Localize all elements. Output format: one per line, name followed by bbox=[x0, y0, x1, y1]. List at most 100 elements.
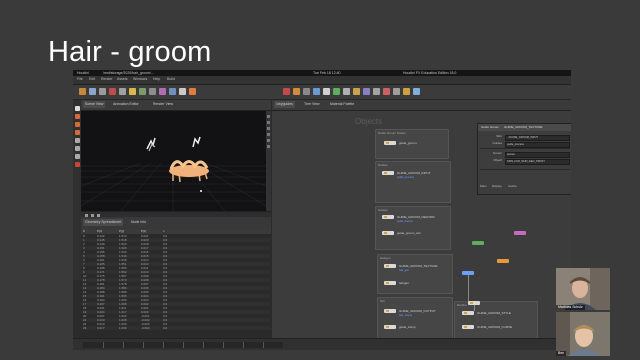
shelf-tool-icon[interactable] bbox=[343, 88, 350, 95]
node-body[interactable] bbox=[384, 281, 396, 285]
tab-animation-editor[interactable]: Animation Editor bbox=[111, 101, 141, 108]
houdini-menu-bar: File Edit Render Assets Windows Help Bui… bbox=[73, 76, 571, 85]
shelf-tool-icon[interactable] bbox=[333, 88, 340, 95]
shelf-tool-icon[interactable] bbox=[189, 88, 196, 95]
shelf-tool-icon[interactable] bbox=[169, 88, 176, 95]
display-option-icon[interactable] bbox=[267, 121, 270, 124]
handle-tool-icon[interactable] bbox=[74, 138, 80, 143]
display-option-icon[interactable] bbox=[267, 127, 270, 130]
shelf-tool-icon[interactable] bbox=[353, 88, 360, 95]
node-body[interactable] bbox=[514, 231, 526, 235]
participant-name: Ben bbox=[556, 351, 567, 356]
parameter-label: Skin bbox=[496, 134, 502, 138]
menu-help[interactable]: Help bbox=[153, 77, 160, 81]
timeline-bar bbox=[73, 338, 571, 350]
shelf-tool-icon[interactable] bbox=[139, 88, 146, 95]
viewport-display-options bbox=[266, 111, 271, 211]
node-sublabel: guide_process bbox=[397, 176, 414, 179]
parameter-field[interactable]: ../GUIDE_GROOM_INPUT bbox=[505, 134, 570, 141]
display-option-icon[interactable] bbox=[267, 133, 270, 136]
display-option-icon[interactable] bbox=[267, 115, 270, 118]
table-row[interactable]: 23 0.217 1.639 -0.004 0.0 bbox=[81, 326, 271, 330]
network-box[interactable]: Sim bbox=[377, 297, 453, 338]
view-tool-icon[interactable] bbox=[74, 154, 80, 159]
node-body[interactable] bbox=[462, 311, 474, 315]
shelf-tool-icon[interactable] bbox=[373, 88, 380, 95]
parameter-header: Guide Groom GUIDE_GROOM_TEXTURE bbox=[478, 124, 571, 131]
node-body[interactable] bbox=[382, 215, 394, 219]
shelf-tool-icon[interactable] bbox=[413, 88, 420, 95]
tab-main[interactable]: Main bbox=[480, 184, 487, 189]
node-body[interactable] bbox=[472, 241, 484, 245]
node-wire bbox=[474, 305, 475, 311]
network-box[interactable]: Guides bbox=[375, 206, 451, 250]
geometry-spreadsheet[interactable]: # P[x] P[y] P[z] v 0 0.142 1.513 0.021 0.0 1 0… bbox=[81, 229, 271, 337]
tab-display[interactable]: Display bbox=[492, 184, 502, 189]
shelf-tool-icon[interactable] bbox=[293, 88, 300, 95]
network-box-title: Guides bbox=[378, 163, 388, 167]
node-body[interactable] bbox=[497, 259, 509, 263]
tab-tree-view[interactable]: Tree View bbox=[302, 101, 322, 108]
move-tool-icon[interactable] bbox=[74, 114, 80, 119]
shelf-tool-icon[interactable] bbox=[149, 88, 156, 95]
shelf-tool-icon[interactable] bbox=[323, 88, 330, 95]
shelf-tool-icon[interactable] bbox=[313, 88, 320, 95]
network-box[interactable]: Hairgen bbox=[377, 254, 453, 294]
shelf-tool-icon[interactable] bbox=[403, 88, 410, 95]
network-box[interactable]: Guides bbox=[375, 161, 451, 203]
tab-material-palette[interactable]: Material Palette bbox=[328, 101, 357, 108]
parameter-tabs: Main Display Cache bbox=[480, 184, 570, 189]
network-box[interactable]: Render bbox=[454, 301, 538, 338]
parameter-field[interactable]: SKIN_FUR_SKIN_GEO_PROXY bbox=[505, 158, 570, 165]
cursor-dot bbox=[200, 190, 202, 192]
shelf-tool-icon[interactable] bbox=[109, 88, 116, 95]
node-body[interactable] bbox=[462, 325, 474, 329]
scale-tool-icon[interactable] bbox=[74, 130, 80, 135]
tab-scene-view[interactable]: Scene View bbox=[83, 101, 106, 108]
display-option-icon[interactable] bbox=[267, 139, 270, 142]
rotate-tool-icon[interactable] bbox=[74, 122, 80, 127]
scene-viewport[interactable] bbox=[81, 111, 266, 211]
render-region-icon[interactable] bbox=[74, 162, 80, 167]
shelf-tool-icon[interactable] bbox=[283, 88, 290, 95]
tab-node-info[interactable]: Node Info bbox=[129, 219, 149, 226]
menu-build[interactable]: Build bbox=[167, 77, 175, 81]
shelf-tool-icon[interactable] bbox=[129, 88, 136, 95]
node-body[interactable] bbox=[382, 171, 394, 175]
node-label: hairgen bbox=[399, 281, 410, 285]
tab-render-view[interactable]: Render View bbox=[151, 101, 175, 108]
node-body[interactable] bbox=[384, 325, 396, 329]
shelf-tool-icon[interactable] bbox=[99, 88, 106, 95]
shelf-tool-icon[interactable] bbox=[119, 88, 126, 95]
node-body[interactable] bbox=[384, 309, 396, 313]
shelf-toolbar bbox=[73, 85, 571, 100]
parameter-row: Guides guide_process bbox=[480, 141, 570, 148]
shelf-tool-icon[interactable] bbox=[393, 88, 400, 95]
timeline-scrubber[interactable] bbox=[83, 342, 283, 348]
menu-windows[interactable]: Windows bbox=[133, 77, 147, 81]
shelf-tool-icon[interactable] bbox=[383, 88, 390, 95]
menu-render[interactable]: Render bbox=[101, 77, 112, 81]
tab-network-path[interactable]: /obj/guides bbox=[274, 101, 295, 108]
shelf-tool-icon[interactable] bbox=[363, 88, 370, 95]
tab-cache[interactable]: Cache bbox=[508, 184, 517, 189]
node-body[interactable] bbox=[384, 141, 396, 145]
tab-geometry-spreadsheet[interactable]: Geometry Spreadsheet bbox=[83, 219, 124, 226]
network-box-title: Sim bbox=[380, 299, 386, 303]
node-body[interactable] bbox=[384, 264, 396, 268]
parameter-row: Skin ../GUIDE_GROOM_INPUT bbox=[480, 134, 570, 141]
select-tool-icon[interactable] bbox=[74, 106, 80, 111]
menu-edit[interactable]: Edit bbox=[89, 77, 95, 81]
shelf-tool-icon[interactable] bbox=[89, 88, 96, 95]
pose-tool-icon[interactable] bbox=[74, 146, 80, 151]
node-body[interactable] bbox=[382, 231, 394, 235]
shelf-tool-icon[interactable] bbox=[79, 88, 86, 95]
shelf-tool-icon[interactable] bbox=[159, 88, 166, 95]
menu-assets[interactable]: Assets bbox=[117, 77, 128, 81]
menu-file[interactable]: File bbox=[77, 77, 83, 81]
display-option-icon[interactable] bbox=[267, 145, 270, 148]
parameter-field[interactable]: guide_process bbox=[505, 141, 570, 148]
shelf-tool-icon[interactable] bbox=[179, 88, 186, 95]
shelf-tool-icon[interactable] bbox=[303, 88, 310, 95]
parameter-field[interactable]: texture bbox=[505, 151, 570, 158]
